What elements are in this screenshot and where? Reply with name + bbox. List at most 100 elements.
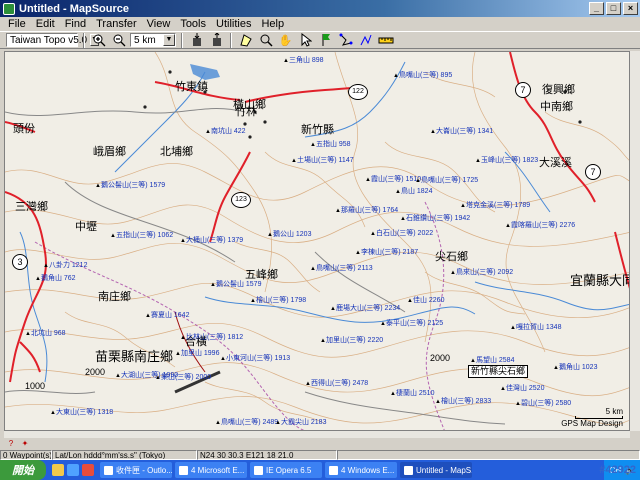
- map-peak-label[interactable]: ▲霞山(三等) 1510: [365, 176, 421, 183]
- zoom-tool-icon[interactable]: [257, 32, 274, 48]
- map-peak-label[interactable]: ▲鵝公髻山(三等) 1579: [95, 182, 165, 189]
- map-product-select[interactable]: Taiwan Topo v5.0 ▼: [6, 33, 100, 47]
- menu-help[interactable]: Help: [256, 17, 289, 31]
- vertical-scrollbar[interactable]: [630, 51, 640, 431]
- peak-triangle-icon: ▲: [430, 129, 436, 135]
- map-peak-label[interactable]: ▲馬望山 2584: [470, 357, 514, 364]
- map-peak-label[interactable]: ▲鵝公髻山 1579: [210, 281, 261, 288]
- map-peak-label[interactable]: ▲玉峰山(三等) 1823: [475, 157, 538, 164]
- minimize-button[interactable]: _: [589, 2, 604, 15]
- map-peak-label[interactable]: ▲石錐鑽山(三等) 1942: [400, 215, 470, 222]
- status-bar: 0 Waypoint(s) Lat/Lon hddd°mm'ss.s" (Tok…: [0, 449, 640, 460]
- start-button[interactable]: 開始: [0, 460, 46, 480]
- map-peak-label[interactable]: ▲三角山 898: [283, 57, 324, 64]
- map-peak-label[interactable]: ▲白石山(三等) 2022: [370, 230, 433, 237]
- close-button[interactable]: ×: [623, 2, 638, 15]
- opera-icon[interactable]: [82, 464, 94, 476]
- map-town-label: 竹東鎮: [175, 81, 208, 93]
- map-peak-label[interactable]: ▲南坑山 422: [205, 128, 246, 135]
- map-peak-label[interactable]: ▲大霸尖山 2183: [275, 419, 326, 426]
- map-peak-label[interactable]: ▲泰平山(三等) 2125: [380, 320, 443, 327]
- taskbar-task-button[interactable]: 收件匣 - Outlo...: [100, 462, 172, 478]
- peak-triangle-icon: ▲: [435, 399, 441, 405]
- map-peak-label[interactable]: ▲大湖山(三等) 1990: [115, 372, 178, 379]
- help-pointer-icon[interactable]: ?: [6, 439, 16, 448]
- map-peak-label[interactable]: ▲佳山 2260: [407, 297, 444, 304]
- map-peak-label[interactable]: ▲土場山(三等) 1147: [291, 157, 354, 164]
- map-peak-label[interactable]: ▲李棟山(三等) 2187: [355, 249, 418, 256]
- task-label: 4 Windows E...: [341, 465, 395, 475]
- status-coordinates: N24 30 30.3 E121 18 21.0: [197, 449, 337, 460]
- menu-tools[interactable]: Tools: [175, 17, 211, 31]
- map-peak-label[interactable]: ▲碧山(三等) 2580: [515, 400, 571, 407]
- map-peak-label[interactable]: ▲棲蘭山 2510: [390, 390, 434, 397]
- menu-utilities[interactable]: Utilities: [211, 17, 256, 31]
- receive-from-device-icon[interactable]: [188, 32, 205, 48]
- map-peak-label[interactable]: ▲加里山(三等) 2220: [320, 337, 383, 344]
- map-peak-label[interactable]: ▲霞喀羅山(三等) 2276: [505, 222, 575, 229]
- measure-distance-icon[interactable]: [377, 32, 394, 48]
- map-peak-label[interactable]: ▲大崙山(三等) 1341: [430, 128, 493, 135]
- map-peak-label[interactable]: ▲嘎拉賀山 1348: [510, 324, 561, 331]
- menu-edit[interactable]: Edit: [31, 17, 60, 31]
- route-tool-icon[interactable]: [337, 32, 354, 48]
- map-peak-label[interactable]: ▲鳥嘴山(三等) 2489: [215, 419, 278, 426]
- map-peak-label[interactable]: ▲大桶山(三等) 1379: [180, 237, 243, 244]
- taskbar-task-button[interactable]: 4 Microsoft E...: [175, 462, 247, 478]
- zoom-scale-select[interactable]: 5 km ▼: [130, 33, 176, 47]
- map-peak-label[interactable]: ▲五指山(三等) 1062: [110, 232, 173, 239]
- map-peak-label[interactable]: ▲佳灣山 2520: [500, 385, 544, 392]
- peak-triangle-icon: ▲: [393, 73, 399, 79]
- zoom-out-icon[interactable]: [110, 32, 127, 48]
- map-peak-label[interactable]: ▲鵝角山 762: [35, 275, 76, 282]
- map-peak-label[interactable]: ▲北坑山 968: [25, 330, 66, 337]
- taskbar-task-button[interactable]: 4 Windows E...: [325, 462, 397, 478]
- map-peak-label[interactable]: ▲五指山 958: [310, 141, 351, 148]
- map-peak-label[interactable]: ▲鳥山 1824: [395, 188, 432, 195]
- taskbar-task-button[interactable]: Untitled - MapS...: [400, 462, 472, 478]
- watermark-text: #42922: [599, 464, 636, 476]
- menu-view[interactable]: View: [142, 17, 176, 31]
- map-peak-label[interactable]: ▲檜山(三等) 1798: [250, 297, 306, 304]
- map-peak-label[interactable]: ▲鳥嘴山(三等) 1725: [415, 177, 478, 184]
- maximize-button[interactable]: □: [606, 2, 621, 15]
- menu-file[interactable]: File: [3, 17, 31, 31]
- taskbar-task-button[interactable]: IE Opera 6.5: [250, 462, 322, 478]
- track-tool-icon[interactable]: [357, 32, 374, 48]
- selection-tool-icon[interactable]: [297, 32, 314, 48]
- waypoint-flag-icon[interactable]: [317, 32, 334, 48]
- map-peak-label[interactable]: ▲加里山 1996: [175, 350, 219, 357]
- peak-triangle-icon: ▲: [267, 232, 273, 238]
- map-peak-label[interactable]: ▲鳥嘴山(三等) 895: [393, 72, 452, 79]
- task-app-icon: [404, 465, 413, 475]
- map-peak-label[interactable]: ▲大東山(三等) 1318: [50, 409, 113, 416]
- ie-icon[interactable]: [67, 464, 79, 476]
- menu-transfer[interactable]: Transfer: [91, 17, 142, 31]
- mapsource-app-icon[interactable]: [3, 2, 15, 15]
- map-peak-label[interactable]: ▲那羅山(三等) 1764: [335, 207, 398, 214]
- map-peak-label[interactable]: ▲比林山(三等) 1812: [180, 334, 243, 341]
- map-peak-label[interactable]: ▲鳥嘴山(三等) 2113: [310, 265, 373, 272]
- task-app-icon: [179, 465, 188, 475]
- map-peak-label[interactable]: ▲塔克金溪(三等) 1789: [460, 202, 530, 209]
- map-peak-label[interactable]: ▲小東河山(三等) 1913: [220, 355, 290, 362]
- zoom-in-icon[interactable]: [90, 32, 107, 48]
- folder-icon[interactable]: [52, 464, 64, 476]
- map-peak-label[interactable]: ▲檜山(三等) 2833: [435, 398, 491, 405]
- map-peak-label[interactable]: ▲鵝公山 1203: [267, 231, 311, 238]
- map-peak-label[interactable]: ▲鹿場大山(三等) 2234: [330, 305, 400, 312]
- map-peak-label[interactable]: ▲鵝角山 1023: [553, 364, 597, 371]
- map-tool-icon[interactable]: [237, 32, 254, 48]
- chevron-down-icon[interactable]: ▼: [163, 34, 175, 46]
- hand-pan-icon[interactable]: ✋: [277, 32, 294, 48]
- send-to-device-icon[interactable]: [208, 32, 225, 48]
- horizontal-scrollbar[interactable]: [4, 431, 630, 438]
- map-view[interactable]: 新竹縣橫山鄉竹東鎮峨眉鄉北埔鄉五峰鄉尖石鄉南庄鄉苗栗縣南庄鄉宜蘭縣大同鄉復興鄉三…: [4, 51, 630, 431]
- map-peak-label[interactable]: ▲鳥來山(三等) 2092: [450, 269, 513, 276]
- menu-find[interactable]: Find: [60, 17, 91, 31]
- map-peak-label[interactable]: ▲西得山(三等) 2478: [305, 380, 368, 387]
- map-peak-label[interactable]: ▲賽夏山 1642: [145, 312, 189, 319]
- map-peak-label[interactable]: ▲八卦力 1212: [43, 262, 87, 269]
- waypoint-icon[interactable]: ✦: [20, 439, 30, 448]
- title-bar: Untitled - MapSource _ □ ×: [0, 0, 640, 17]
